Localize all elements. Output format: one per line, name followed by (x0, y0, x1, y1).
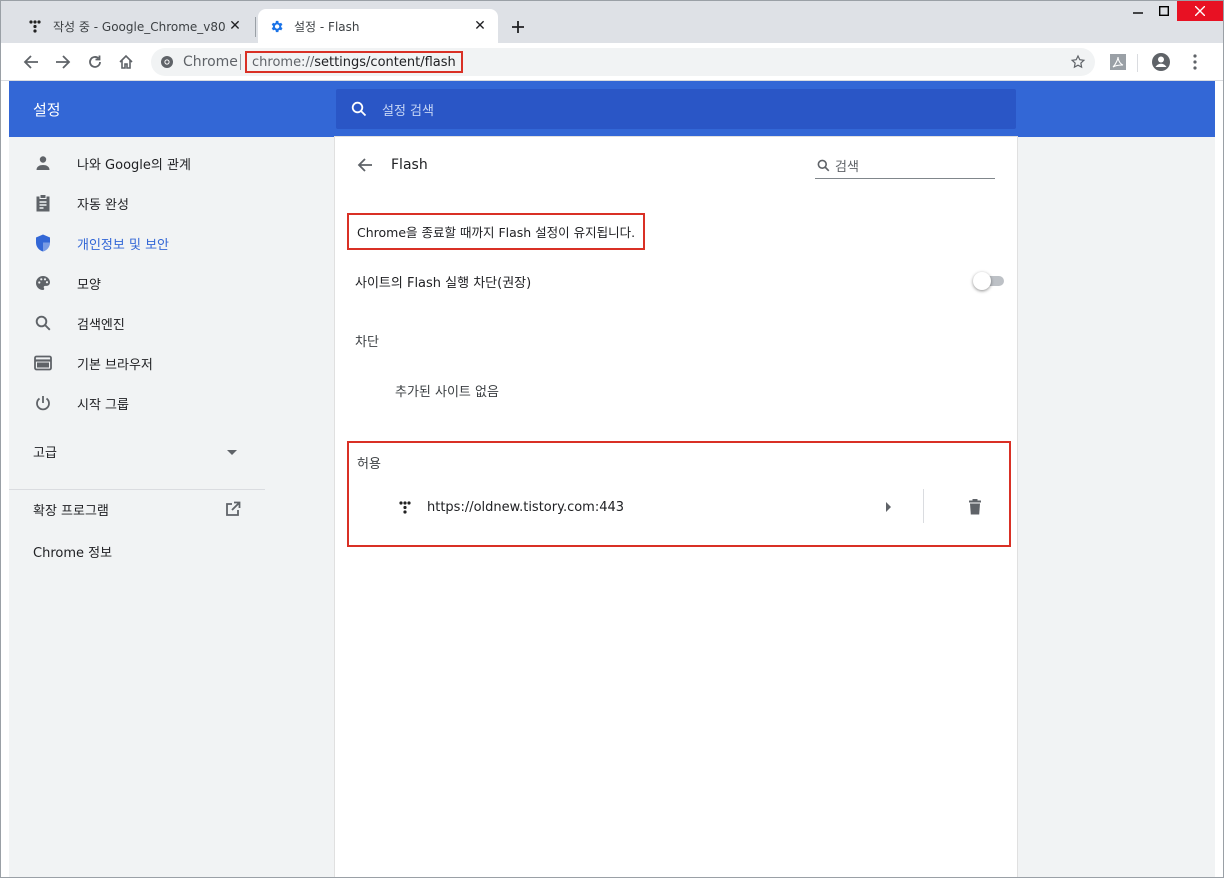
open-in-new-icon (223, 499, 243, 519)
settings-body: 나와 Google의 관계 자동 완성 개인정보 및 보안 모양 검색엔진 기본… (9, 137, 1215, 877)
tab-strip: 작성 중 - Google_Chrome_v80.0. ✕ 설정 - Flash… (1, 1, 1223, 43)
allow-section: 허용 https://oldnew.tistory.com:443 (347, 441, 1011, 547)
palette-icon (33, 273, 53, 293)
sidebar-advanced-toggle[interactable]: 고급 (9, 433, 265, 469)
power-icon (33, 393, 53, 413)
settings-title: 설정 (33, 100, 61, 119)
minimize-button[interactable] (1125, 1, 1151, 21)
settings-search-placeholder: 설정 검색 (382, 103, 434, 119)
sidebar-item-label: 검색엔진 (77, 317, 125, 333)
sidebar-item-label: 기본 브라우저 (77, 357, 153, 373)
url-scheme: chrome:// (252, 54, 315, 70)
tistory-icon (27, 18, 43, 34)
person-icon (33, 153, 53, 173)
clipboard-icon (33, 193, 53, 213)
no-sites-text: 추가된 사이트 없음 (395, 385, 499, 400)
allowed-site-url: https://oldnew.tistory.com:443 (427, 499, 625, 515)
block-flash-toggle[interactable] (973, 272, 1007, 290)
sidebar-item-label: 모양 (77, 277, 101, 293)
sidebar-item-label: 개인정보 및 보안 (77, 237, 169, 253)
site-chip-label: Chrome (183, 54, 238, 70)
subpage-search-placeholder: 검색 (835, 160, 859, 175)
pdf-extension-icon[interactable] (1106, 50, 1130, 74)
browser-icon (33, 353, 53, 373)
toolbar: Chrome chrome://settings/content/flash (1, 43, 1223, 81)
tab-title: 작성 중 - Google_Chrome_v80.0. (53, 19, 227, 34)
close-tab-icon[interactable]: ✕ (472, 18, 488, 34)
block-section-heading: 차단 (355, 335, 379, 350)
arrow-right-icon[interactable] (879, 497, 899, 517)
chrome-logo-icon (159, 54, 175, 70)
home-icon[interactable] (114, 50, 138, 74)
sidebar-item-privacy-security[interactable]: 개인정보 및 보안 (9, 223, 265, 263)
flash-settings-card: Flash 검색 Chrome을 종료할 때까지 Flash 설정이 유지됩니다… (335, 137, 1017, 877)
new-tab-button[interactable] (506, 15, 530, 39)
sidebar: 나와 Google의 관계 자동 완성 개인정보 및 보안 모양 검색엔진 기본… (9, 137, 265, 877)
address-text[interactable]: chrome://settings/content/flash (245, 51, 463, 73)
tistory-icon (397, 499, 413, 515)
browser-window: 작성 중 - Google_Chrome_v80.0. ✕ 설정 - Flash… (0, 0, 1224, 878)
tab-title: 설정 - Flash (294, 19, 360, 34)
back-arrow-icon[interactable] (19, 50, 43, 74)
search-icon (350, 100, 368, 118)
sidebar-item-autofill[interactable]: 자동 완성 (9, 183, 265, 223)
block-flash-label: 사이트의 Flash 실행 차단(권장) (355, 275, 532, 291)
close-window-button[interactable] (1177, 1, 1223, 21)
url-path: settings/content/flash (314, 54, 456, 70)
allowed-site-row[interactable]: https://oldnew.tistory.com:443 (349, 487, 1009, 527)
sidebar-item-label: 나와 Google의 관계 (77, 157, 191, 173)
advanced-label: 고급 (33, 445, 57, 461)
extensions-label: 확장 프로그램 (33, 503, 109, 519)
maximize-button[interactable] (1151, 1, 1177, 21)
toolbar-separator (1137, 54, 1138, 72)
settings-search-input[interactable]: 설정 검색 (336, 89, 1016, 129)
sidebar-item-search-engine[interactable]: 검색엔진 (9, 303, 265, 343)
bookmark-star-icon[interactable] (1066, 50, 1090, 74)
flash-session-notice: Chrome을 종료할 때까지 Flash 설정이 유지됩니다. (347, 213, 646, 250)
sidebar-item-extensions[interactable]: 확장 프로그램 (9, 493, 265, 525)
subpage-search-input[interactable]: 검색 (815, 153, 995, 179)
sidebar-divider (9, 489, 265, 490)
tab-settings-flash[interactable]: 설정 - Flash ✕ (258, 9, 498, 43)
omnibox-separator (240, 54, 241, 70)
omnibox[interactable]: Chrome chrome://settings/content/flash (151, 48, 1095, 76)
shield-icon (33, 233, 53, 253)
tab-separator (255, 17, 256, 37)
sidebar-item-you-and-google[interactable]: 나와 Google의 관계 (9, 143, 265, 183)
forward-arrow-icon[interactable] (51, 50, 75, 74)
row-separator (923, 489, 924, 523)
profile-avatar-icon[interactable] (1149, 50, 1173, 74)
search-icon (33, 313, 53, 333)
block-flash-row[interactable]: 사이트의 Flash 실행 차단(권장) (355, 261, 1004, 301)
toggle-knob (973, 272, 991, 290)
sidebar-item-default-browser[interactable]: 기본 브라우저 (9, 343, 265, 383)
reload-icon[interactable] (83, 50, 107, 74)
sidebar-item-about-chrome[interactable]: Chrome 정보 (9, 535, 265, 567)
allow-section-heading: 허용 (357, 457, 381, 472)
search-icon (815, 158, 831, 174)
settings-header: 설정 설정 검색 (9, 81, 1215, 137)
site-info-chip[interactable]: Chrome (159, 48, 238, 76)
tab-editor[interactable]: 작성 중 - Google_Chrome_v80.0. ✕ (17, 9, 253, 43)
sidebar-item-appearance[interactable]: 모양 (9, 263, 265, 303)
card-header: Flash 검색 (335, 137, 1017, 193)
caret-down-icon (227, 445, 237, 460)
menu-kebab-icon[interactable] (1183, 50, 1207, 74)
trash-icon[interactable] (963, 495, 987, 519)
back-arrow-icon[interactable] (353, 153, 377, 177)
sidebar-item-label: 자동 완성 (77, 197, 129, 213)
gear-icon (268, 18, 284, 34)
page-title: Flash (391, 157, 428, 173)
sidebar-item-on-startup[interactable]: 시작 그룹 (9, 383, 265, 423)
close-tab-icon[interactable]: ✕ (227, 18, 243, 34)
about-label: Chrome 정보 (33, 545, 113, 561)
sidebar-item-label: 시작 그룹 (77, 397, 129, 413)
